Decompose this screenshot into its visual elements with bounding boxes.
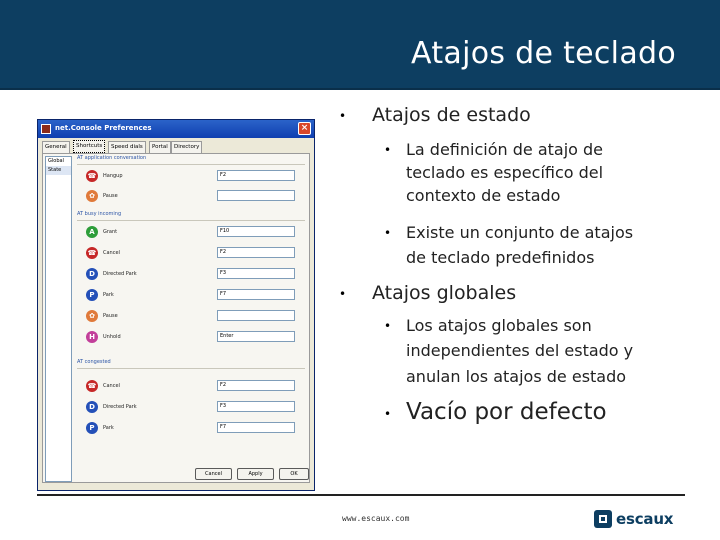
window-titlebar: net.Console Preferences × (38, 120, 314, 138)
shortcut-label: Pause (103, 193, 118, 199)
bullet-marker: • (384, 319, 392, 333)
bullet-marker: • (384, 407, 392, 421)
shortcut-key-field[interactable]: F10 (217, 226, 295, 237)
shortcut-label: Park (103, 292, 114, 298)
slide-title: Atajos de teclado (411, 36, 676, 71)
window-title: net.Console Preferences (55, 124, 152, 132)
accept-icon: A (86, 226, 98, 238)
slide-header: Atajos de teclado (0, 0, 720, 90)
sub-bullet-line: Existe un conjunto de atajos (406, 223, 634, 242)
shortcut-label: Grant (103, 229, 118, 235)
shortcut-key-field[interactable]: F7 (217, 422, 295, 433)
park-icon: P (86, 289, 98, 301)
shortcut-key-field[interactable] (217, 310, 295, 321)
shortcut-key-field[interactable]: F2 (217, 380, 295, 391)
cancel-button[interactable]: Cancel (195, 468, 232, 480)
shortcut-key-field[interactable]: F2 (217, 247, 295, 258)
tab-general[interactable]: General (42, 141, 70, 153)
shortcut-key-field[interactable]: F3 (217, 401, 295, 412)
sub-bullet-line: contexto de estado (406, 186, 561, 205)
directed-park-icon: D (86, 401, 98, 413)
apply-button[interactable]: Apply (237, 468, 274, 480)
shortcut-label: Park (103, 425, 114, 431)
bullet-global-shortcuts: Atajos globales (372, 282, 517, 304)
group-label: AT application conversation (77, 155, 147, 161)
logo-mark-icon (594, 510, 612, 528)
shortcut-label: Cancel (103, 383, 120, 389)
shortcuts-panel: Global State AT application conversation… (42, 153, 310, 483)
group-label: AT busy incoming (77, 211, 122, 217)
shortcut-label: Directed Park (103, 404, 137, 410)
unhold-icon: H (86, 331, 98, 343)
footer-divider (37, 494, 685, 496)
shortcut-key-field[interactable] (217, 190, 295, 201)
directed-park-icon: D (86, 268, 98, 280)
bullet-state-shortcuts: Atajos de estado (372, 104, 531, 126)
logo-text: escaux (616, 510, 674, 528)
shortcut-label: Unhold (103, 334, 121, 340)
hangup-icon: ☎ (86, 170, 98, 182)
bullet-marker: • (384, 226, 392, 240)
sub-bullet-line: La definición de atajo de (406, 140, 604, 159)
shortcut-label: Cancel (103, 250, 120, 256)
shortcut-key-field[interactable]: F2 (217, 170, 295, 181)
scope-item-global[interactable]: Global (46, 157, 71, 166)
park-icon: P (86, 422, 98, 434)
cancel-icon: ☎ (86, 247, 98, 259)
footer-url[interactable]: www.escaux.com (342, 514, 409, 523)
shortcut-key-field[interactable]: F3 (217, 268, 295, 279)
shortcut-key-field[interactable]: F7 (217, 289, 295, 300)
app-icon (41, 124, 51, 134)
sub-bullet-line: Los atajos globales son (406, 316, 592, 335)
cancel-icon: ☎ (86, 380, 98, 392)
bullet-marker: • (339, 287, 347, 301)
bullet-marker: • (384, 143, 392, 157)
group-divider (77, 220, 305, 221)
bullet-empty-default: Vacío por defecto (406, 399, 607, 425)
scope-item-state[interactable]: State (46, 166, 71, 175)
sub-bullet-line: teclado es específico del (406, 163, 604, 182)
group-divider (77, 368, 305, 369)
group-label: AT congested (77, 359, 111, 365)
sub-bullet-line: independientes del estado y (406, 341, 634, 360)
shortcut-label: Directed Park (103, 271, 137, 277)
shortcut-label: Pause (103, 313, 118, 319)
bullet-marker: • (339, 109, 347, 123)
tab-directory[interactable]: Directory (171, 141, 203, 153)
preferences-screenshot: net.Console Preferences × General Shortc… (37, 119, 315, 491)
scope-list: Global State (45, 156, 72, 482)
shortcut-label: Hangup (103, 173, 123, 179)
pause-icon: ✿ (86, 310, 98, 322)
close-icon[interactable]: × (298, 122, 311, 135)
group-divider (77, 164, 305, 165)
sub-bullet-line: anulan los atajos de estado (406, 367, 627, 386)
sub-bullet-line: de teclado predefinidos (406, 248, 595, 267)
tab-shortcuts[interactable]: Shortcuts (73, 140, 106, 153)
shortcut-key-field[interactable]: Enter (217, 331, 295, 342)
ok-button[interactable]: OK (279, 468, 309, 480)
pause-icon: ✿ (86, 190, 98, 202)
tab-speed-dials[interactable]: Speed dials (108, 141, 146, 153)
tab-portal[interactable]: Portal (149, 141, 171, 153)
